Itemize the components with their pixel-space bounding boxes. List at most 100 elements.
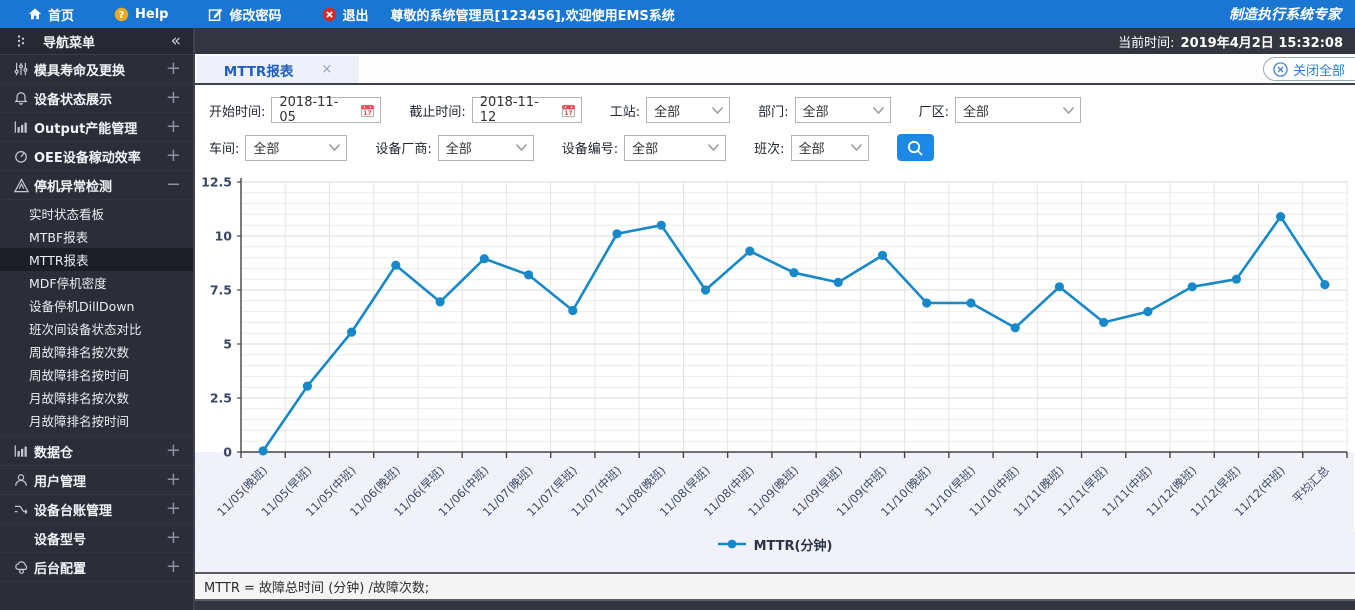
svg-text:12.5: 12.5 <box>201 175 232 190</box>
filter-device-id-label: 设备编号: <box>561 142 619 157</box>
expand-plus-icon[interactable]: + <box>166 558 181 576</box>
sidebar: 导航菜单 « 模具寿命及更换 + 设备状态展示 + Output产能管理 + OEE设备稼动… <box>0 28 195 610</box>
data-point[interactable] <box>347 327 357 337</box>
svg-text:17: 17 <box>564 110 572 117</box>
sidebar-item-设备停机DillDown[interactable]: 设备停机DillDown <box>0 294 193 317</box>
data-point[interactable] <box>302 381 312 391</box>
filter-station-select[interactable]: 全部 <box>646 97 731 123</box>
filter-vendor-select[interactable]: 全部 <box>437 134 534 161</box>
top-nav-items: 首页? Help 修改密码 退出 <box>8 0 389 28</box>
line-chart-canvas: 02.557.51012.511/05(晚班)11/05(早班)11/05(中班… <box>195 175 1354 532</box>
expand-plus-icon[interactable]: + <box>166 60 181 78</box>
data-point[interactable] <box>612 229 622 239</box>
sidebar-item-月故障排名按时间[interactable]: 月故障排名按时间 <box>0 409 193 432</box>
filter-plant-select[interactable]: 全部 <box>954 97 1081 123</box>
chevron-down-icon <box>515 143 528 152</box>
expand-plus-icon[interactable]: + <box>166 529 181 547</box>
expand-plus-icon[interactable]: + <box>166 118 181 136</box>
sidebar-group-mold-life[interactable]: 模具寿命及更换 + <box>0 55 193 84</box>
data-point[interactable] <box>966 298 976 308</box>
data-point[interactable] <box>435 297 445 307</box>
sidebar-group-data-warehouse[interactable]: 数据仓 + <box>0 437 193 466</box>
data-point[interactable] <box>1320 280 1330 290</box>
nav-logout[interactable]: 退出 <box>302 0 389 28</box>
filter-start-date-input[interactable]: 2018-11-05 17 <box>271 95 382 125</box>
shuffle-icon <box>12 502 30 516</box>
data-point[interactable] <box>789 268 799 278</box>
filter-vendor: 设备厂商: 全部 <box>375 134 534 161</box>
sidebar-item-周故障排名按时间[interactable]: 周故障排名按时间 <box>0 363 193 386</box>
data-point[interactable] <box>391 260 401 270</box>
expand-plus-icon[interactable]: + <box>166 147 181 165</box>
sidebar-group-oee[interactable]: OEE设备稼动效率 + <box>0 142 193 171</box>
data-point[interactable] <box>1010 323 1020 333</box>
sidebar-item-周故障排名按次数[interactable]: 周故障排名按次数 <box>0 340 193 363</box>
filter-end-date-input[interactable]: 2018-11-12 17 <box>471 95 582 125</box>
data-point[interactable] <box>922 298 932 308</box>
svg-text:2.5: 2.5 <box>210 391 232 406</box>
expand-plus-icon[interactable]: + <box>166 500 181 518</box>
data-point[interactable] <box>1187 282 1197 292</box>
nav-home[interactable]: 首页 <box>8 0 94 28</box>
close-all-button[interactable]: 关闭全部 <box>1262 57 1355 81</box>
data-point[interactable] <box>479 254 489 264</box>
legend-label: MTTR(分钟) <box>753 538 833 554</box>
sidebar-menu: 模具寿命及更换 + 设备状态展示 + Output产能管理 + OEE设备稼动效率 + 停机异常… <box>0 55 193 610</box>
data-point[interactable] <box>1054 282 1064 292</box>
sidebar-group-user-management[interactable]: 用户管理 + <box>0 466 193 495</box>
nav-help[interactable]: ? Help <box>94 0 188 28</box>
filter-shift-select[interactable]: 全部 <box>790 134 869 161</box>
legend-marker-icon <box>717 539 746 549</box>
sidebar-group-backend-config[interactable]: 后台配置 + <box>0 553 193 582</box>
filter-department-select[interactable]: 全部 <box>794 97 891 123</box>
svg-text:?: ? <box>119 10 125 21</box>
data-point[interactable] <box>1143 307 1153 317</box>
brand-slogan: 制造执行系统专家 <box>1229 7 1341 23</box>
sidebar-group-downtime-detect[interactable]: 停机异常检测 − <box>0 171 193 200</box>
nav-change-password[interactable]: 修改密码 <box>188 0 301 28</box>
bell-icon <box>12 91 30 105</box>
sidebar-item-月故障排名按次数[interactable]: 月故障排名按次数 <box>0 386 193 409</box>
filter-plant-value: 全部 <box>962 104 989 120</box>
formula-bar: MTTR = 故障总时间 (分钟) /故障次数; <box>195 572 1355 601</box>
filter-workshop-value: 全部 <box>253 142 280 157</box>
sidebar-item-MTBF报表[interactable]: MTBF报表 <box>0 225 193 248</box>
tab-close-icon[interactable]: × <box>321 62 332 77</box>
data-point[interactable] <box>877 250 888 260</box>
expand-plus-icon[interactable]: + <box>166 471 181 489</box>
collapse-minus-icon[interactable]: − <box>166 176 181 194</box>
filter-shift-label: 班次: <box>754 142 785 157</box>
data-point[interactable] <box>524 270 534 280</box>
circle-x-icon <box>1273 61 1288 77</box>
data-point[interactable] <box>1231 274 1241 284</box>
sidebar-group-device-status[interactable]: 设备状态展示 + <box>0 84 193 113</box>
sidebar-item-MDF停机密度[interactable]: MDF停机密度 <box>0 271 193 294</box>
sidebar-group-output-capacity[interactable]: Output产能管理 + <box>0 113 193 142</box>
data-point[interactable] <box>258 446 268 456</box>
chart-legend[interactable]: MTTR(分钟) <box>195 532 1355 556</box>
data-point[interactable] <box>1099 317 1109 327</box>
expand-plus-icon[interactable]: + <box>166 89 181 107</box>
filter-workshop-select[interactable]: 全部 <box>245 134 348 161</box>
data-point[interactable] <box>833 277 843 287</box>
filter-shift: 班次: 全部 <box>754 134 869 161</box>
sidebar-item-MTTR报表[interactable]: MTTR报表 <box>0 248 193 271</box>
filter-device-id-value: 全部 <box>632 142 659 157</box>
calendar-icon: 17 <box>360 103 375 118</box>
expand-plus-icon[interactable]: + <box>166 442 181 460</box>
sidebar-item-班次间设备状态对比[interactable]: 班次间设备状态对比 <box>0 317 193 340</box>
search-button[interactable] <box>896 134 934 161</box>
filter-plant: 厂区: 全部 <box>919 97 1081 123</box>
data-point[interactable] <box>1276 212 1286 222</box>
data-point[interactable] <box>745 246 755 256</box>
sidebar-group-device-model[interactable]: 设备型号 + <box>0 524 193 553</box>
sidebar-collapse-icon[interactable]: « <box>171 32 181 50</box>
help-icon: ? <box>114 7 129 22</box>
data-point[interactable] <box>568 305 578 316</box>
filter-device-id-select[interactable]: 全部 <box>624 134 727 161</box>
sidebar-group-device-ledger[interactable]: 设备台账管理 + <box>0 495 193 524</box>
data-point[interactable] <box>656 220 666 230</box>
data-point[interactable] <box>700 285 711 295</box>
sidebar-item-实时状态看板[interactable]: 实时状态看板 <box>0 202 193 225</box>
tab-mttr-report[interactable]: MTTR报表 × <box>197 56 359 83</box>
